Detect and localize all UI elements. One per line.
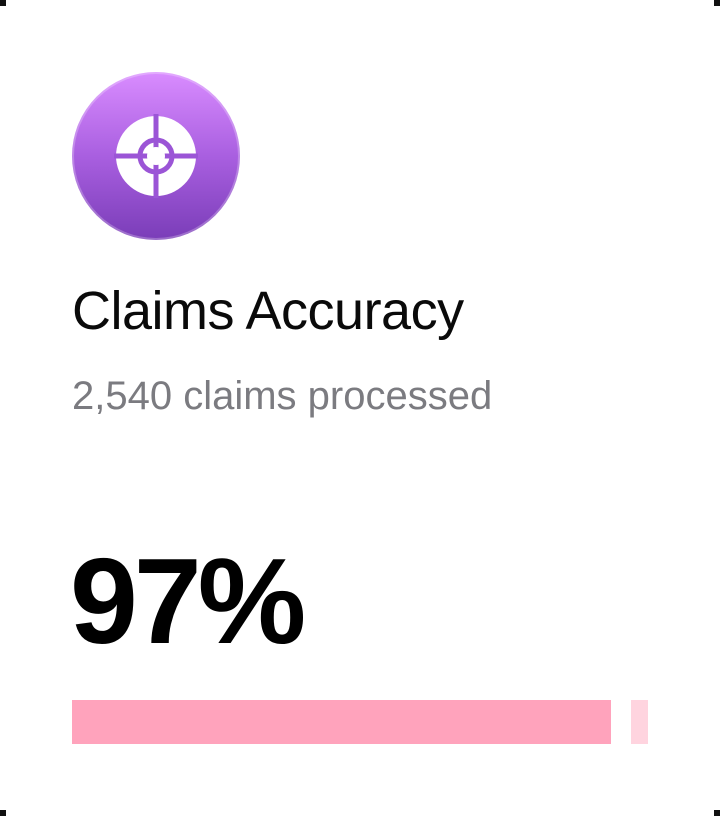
accuracy-value: 97%	[70, 533, 306, 669]
card-title: Claims Accuracy	[72, 281, 464, 341]
corner-mark	[0, 810, 6, 816]
crosshair-icon	[72, 72, 240, 240]
crosshair-glyph	[114, 114, 198, 198]
accuracy-progress-bar	[72, 700, 648, 744]
progress-fill	[72, 700, 611, 744]
corner-mark	[0, 0, 6, 6]
card-subtitle: 2,540 claims processed	[72, 374, 493, 418]
metric-card: Claims Accuracy 2,540 claims processed 9…	[0, 0, 720, 816]
corner-mark	[714, 0, 720, 6]
progress-track	[631, 700, 648, 744]
corner-mark	[714, 810, 720, 816]
